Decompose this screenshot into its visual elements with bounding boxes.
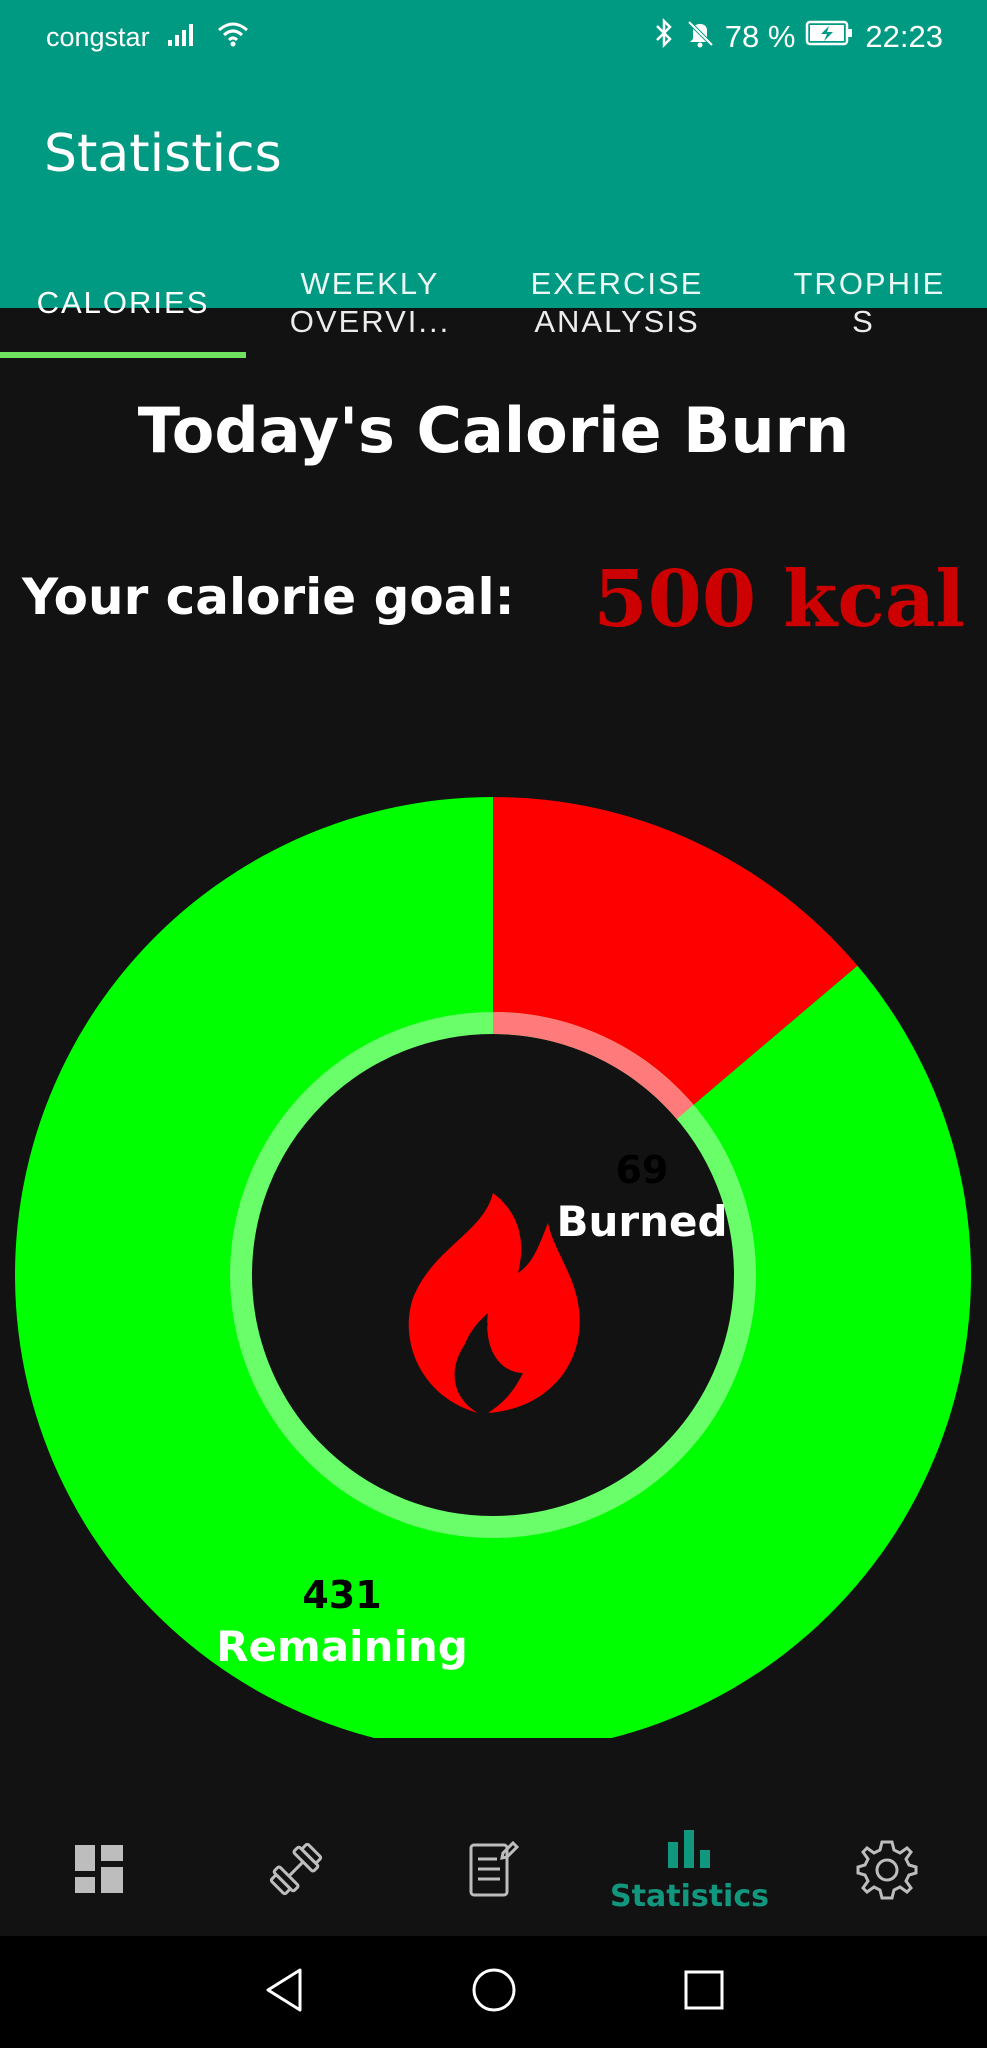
signal-icon — [166, 20, 200, 55]
status-bar: congstar 78 % 22:23 — [0, 0, 987, 78]
remaining-value-label: 431 — [302, 1573, 381, 1617]
burned-value-label: 69 — [616, 1148, 669, 1192]
carrier-name: congstar — [46, 22, 150, 52]
tab-trophies-label: TROPHIE S — [793, 266, 946, 339]
battery-charging-icon — [805, 18, 855, 56]
tab-weekly-overview-label: WEEKLY OVERVI... — [289, 266, 451, 339]
back-icon[interactable] — [262, 1966, 306, 2019]
tab-bar: CALORIES WEEKLY OVERVI... EXERCISE ANALY… — [0, 248, 987, 358]
bottom-navigation: Statistics — [0, 1806, 987, 1936]
burned-name-label: Burned — [556, 1197, 727, 1246]
app-bar: Statistics CALORIES WEEKLY OVERVI... EXE… — [0, 78, 987, 339]
tab-calories[interactable]: CALORIES — [0, 248, 246, 358]
nav-workouts[interactable] — [197, 1806, 394, 1936]
section-heading: Today's Calorie Burn — [137, 394, 850, 467]
bluetooth-icon — [653, 17, 675, 56]
calorie-donut-chart: 69 Burned 431 Remaining — [15, 797, 971, 1738]
recents-icon[interactable] — [682, 1966, 726, 2019]
calorie-goal-label: Your calorie goal: — [22, 568, 515, 626]
battery-level: 78 % — [724, 19, 796, 54]
nav-statistics-label: Statistics — [610, 1879, 769, 1914]
gear-icon — [854, 1836, 920, 1907]
nav-notes[interactable] — [394, 1806, 591, 1936]
calorie-goal-value: 500 kcal — [593, 554, 965, 645]
nav-statistics[interactable]: Statistics — [591, 1806, 788, 1936]
bar-chart-icon — [666, 1828, 714, 1873]
clock-time: 22:23 — [865, 19, 943, 54]
dashboard-icon — [73, 1843, 125, 1900]
tab-weekly-overview[interactable]: WEEKLY OVERVI... — [246, 248, 494, 358]
system-navigation-bar — [0, 1936, 987, 2048]
wifi-icon — [216, 20, 250, 55]
page-title: Statistics — [44, 124, 282, 184]
tab-trophies[interactable]: TROPHIE S — [740, 248, 987, 358]
tab-exercise-analysis-label: EXERCISE ANALYSIS — [530, 266, 704, 339]
notes-icon — [467, 1839, 519, 1904]
calories-panel: Today's Calorie Burn Your calorie goal: … — [0, 358, 987, 1806]
nav-dashboard[interactable] — [0, 1806, 197, 1936]
remaining-name-label: Remaining — [216, 1622, 468, 1671]
dumbbell-icon — [266, 1839, 326, 1904]
tab-exercise-analysis[interactable]: EXERCISE ANALYSIS — [494, 248, 740, 358]
bell-muted-icon — [685, 18, 715, 56]
home-icon[interactable] — [471, 1966, 517, 2019]
nav-settings[interactable] — [788, 1806, 985, 1936]
